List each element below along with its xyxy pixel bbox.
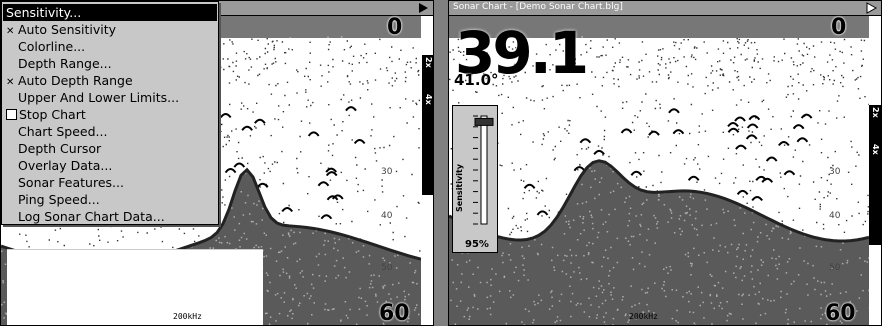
sensitivity-value: 95% (465, 239, 489, 250)
depth-unit-label: ft (567, 56, 577, 67)
left-depth-top-label: 0 (387, 15, 403, 40)
menu-item[interactable]: Chart Speed... (6, 123, 216, 140)
right-tick-40: 40 (829, 211, 841, 221)
menu-item-label: Depth Cursor (18, 141, 102, 156)
play-arrow-outline-icon[interactable] (865, 2, 877, 14)
checkbox-empty-icon[interactable] (6, 109, 17, 120)
menu-item-label: Auto Depth Range (18, 73, 133, 88)
menu-item[interactable]: Stop Chart (6, 106, 216, 123)
play-arrow-icon[interactable] (417, 2, 429, 14)
right-zoom-4x[interactable]: 4x (871, 144, 880, 155)
left-zoom-4x[interactable]: 4x (424, 94, 433, 105)
left-tick-40: 40 (381, 211, 393, 221)
left-blank-area: 200kHz (7, 249, 263, 325)
menu-item[interactable]: Ping Speed... (6, 191, 216, 208)
menu-item-label: Ping Speed... (18, 192, 100, 207)
menu-item[interactable]: Depth Range... (6, 55, 216, 72)
right-tick-50: 50 (829, 263, 841, 273)
sonar-context-menu: Sensitivity... ✕ Auto Sensitivity Colorline… (1, 1, 219, 225)
menu-item[interactable]: Log Sonar Chart Data... (6, 208, 216, 225)
menu-item-label: Log Sonar Chart Data... (18, 209, 165, 224)
left-tick-50: 50 (381, 263, 393, 273)
menu-item-label: Overlay Data... (18, 158, 113, 173)
left-depth-bottom-label: 60 (379, 301, 410, 326)
menu-item-label: Colorline... (18, 39, 86, 54)
right-depth-top-label: 0 (831, 15, 847, 40)
left-zoom-2x[interactable]: 2x (424, 57, 433, 68)
right-titlebar: Sonar Chart - [Demo Sonar Chart.blg] (449, 1, 881, 16)
menu-item-label: Auto Sensitivity (18, 22, 117, 37)
menu-item-label: Sensitivity... (6, 5, 82, 20)
right-tick-30: 30 (829, 167, 841, 177)
sensitivity-slider[interactable] (453, 106, 499, 236)
menu-item-label: Chart Speed... (18, 124, 108, 139)
menu-item[interactable]: Upper And Lower Limits... (6, 89, 216, 106)
menu-item[interactable]: Colorline... (6, 38, 216, 55)
sensitivity-slider-panel: Sensitivity 95% (452, 105, 498, 253)
right-sonar-window: Sonar Chart - [Demo Sonar Chart.blg] 2x … (448, 0, 882, 326)
right-depth-bottom-label: 60 (825, 301, 856, 326)
menu-item-label: Upper And Lower Limits... (18, 90, 180, 105)
menu-item[interactable]: ✕ Auto Depth Range (6, 72, 216, 89)
menu-item[interactable]: Sensitivity... (3, 4, 217, 21)
menu-item[interactable]: Sonar Features... (6, 174, 216, 191)
menu-item[interactable]: Overlay Data... (6, 157, 216, 174)
menu-item[interactable]: ✕ Auto Sensitivity (6, 21, 216, 38)
left-frequency-label: 200kHz (173, 312, 202, 321)
left-sonar-window: 2x 4x 0 30 40 50 60 200kHz Sensitivity..… (0, 0, 434, 326)
menu-item-label: Sonar Features... (18, 175, 124, 190)
menu-item-label: Stop Chart (19, 107, 86, 122)
right-window-title: Sonar Chart - [Demo Sonar Chart.blg] (453, 2, 623, 12)
menu-item[interactable]: Depth Cursor (6, 140, 216, 157)
menu-item-label: Depth Range... (18, 56, 112, 71)
water-temperature-readout: 41.0° (454, 71, 499, 89)
right-zoom-bar[interactable]: 2x 4x (869, 105, 881, 245)
sensitivity-slider-knob[interactable] (474, 117, 494, 126)
left-tick-30: 30 (381, 167, 393, 177)
left-zoom-bar[interactable]: 2x 4x (422, 55, 433, 195)
right-zoom-2x[interactable]: 2x (871, 107, 880, 118)
right-frequency-label: 200kHz (629, 312, 658, 321)
